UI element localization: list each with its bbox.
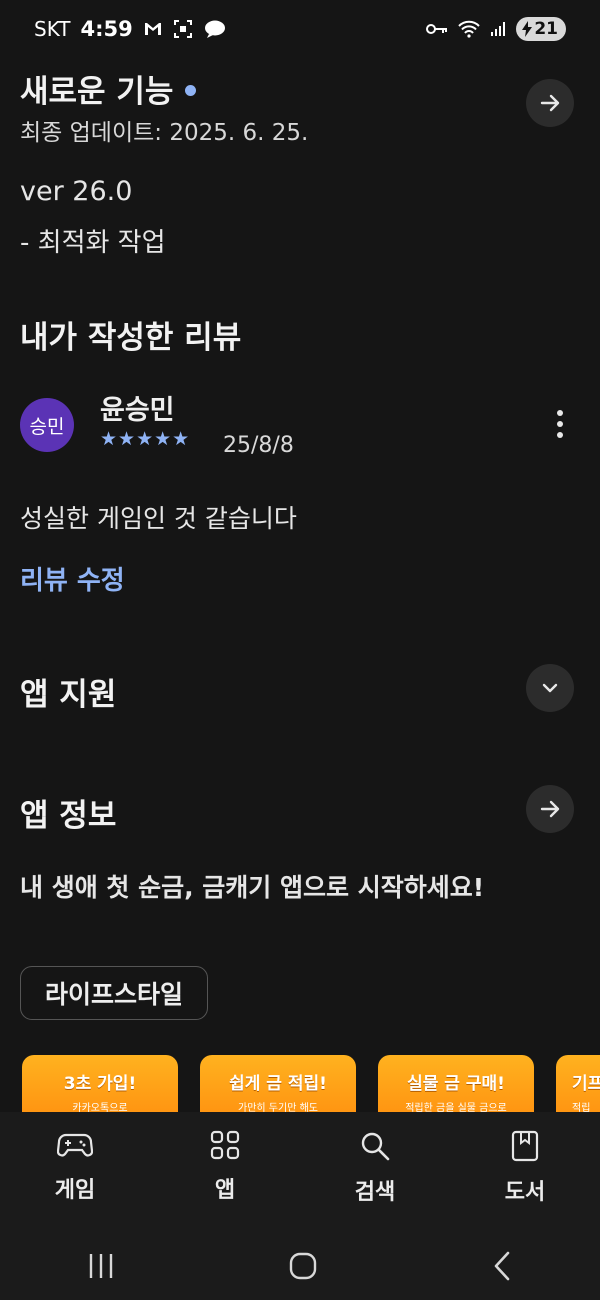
status-bar-left: SKT 4:59 <box>34 17 227 41</box>
back-icon[interactable] <box>491 1251 513 1281</box>
arrow-right-icon <box>540 800 560 818</box>
new-badge-dot <box>185 85 197 96</box>
charging-bolt-icon <box>522 21 533 37</box>
chevron-down-icon <box>542 683 558 693</box>
book-icon <box>511 1130 539 1162</box>
app-support-title: 앱 지원 <box>20 677 117 713</box>
wifi-icon <box>458 20 481 38</box>
nav-label: 게임 <box>54 1178 96 1203</box>
screenshot-icon <box>173 20 192 38</box>
review-more-button[interactable] <box>548 408 572 440</box>
apps-grid-icon <box>210 1130 240 1160</box>
category-chip[interactable]: 라이프스타일 <box>20 966 209 1020</box>
nav-item-games[interactable]: 게임 <box>0 1112 150 1232</box>
last-updated: 최종 업데이트: 2025. 6. 25. <box>20 120 309 146</box>
gamepad-icon <box>57 1133 93 1157</box>
rating-stars: ★★★★★ <box>100 428 191 450</box>
clock: 4:59 <box>80 17 133 41</box>
review-date: 25/8/8 <box>223 433 294 458</box>
recent-apps-icon[interactable] <box>87 1253 115 1279</box>
avatar: 승민 <box>20 398 74 452</box>
nav-item-apps[interactable]: 앱 <box>150 1112 300 1232</box>
app-info-arrow-button[interactable] <box>526 785 574 833</box>
whats-new-title: 새로운 기능 <box>20 66 197 111</box>
carrier-label: SKT <box>34 17 71 41</box>
my-review-title: 내가 작성한 리뷰 <box>20 320 242 356</box>
app-info-title: 앱 정보 <box>20 798 117 834</box>
talk-bubble-icon <box>204 20 225 38</box>
version-text: ver 26.0 <box>20 176 133 207</box>
system-navigation <box>0 1232 600 1300</box>
vpn-key-icon <box>426 24 448 34</box>
review-text: 성실한 게임인 것 같습니다 <box>20 504 297 533</box>
nav-label: 앱 <box>214 1178 236 1203</box>
app-support-expand-button[interactable] <box>526 664 574 712</box>
home-icon[interactable] <box>288 1251 318 1281</box>
more-vertical-icon <box>557 410 563 438</box>
nav-label: 검색 <box>354 1180 396 1205</box>
screenshot-title: 쉽게 금 적립! <box>229 1074 327 1094</box>
whats-new-title-text: 새로운 기능 <box>20 74 174 110</box>
reviewer-name: 윤승민 <box>100 395 175 426</box>
status-bar-right: 21 <box>426 17 566 41</box>
screenshot-title: 기프 <box>572 1074 600 1094</box>
screenshot-title: 3초 가입! <box>63 1074 137 1094</box>
arrow-right-icon <box>540 94 560 112</box>
edit-review-link[interactable]: 리뷰 수정 <box>20 560 125 597</box>
update-note: - 최적화 작업 <box>20 228 166 258</box>
nav-item-search[interactable]: 검색 <box>300 1112 450 1232</box>
app-description: 내 생애 첫 순금, 금캐기 앱으로 시작하세요! <box>20 873 485 902</box>
nav-label: 도서 <box>504 1180 546 1205</box>
signal-icon <box>491 22 506 36</box>
search-icon <box>361 1132 390 1161</box>
whats-new-arrow-button[interactable] <box>526 79 574 127</box>
battery-indicator: 21 <box>516 17 566 41</box>
bottom-navigation: 게임 앱 검색 도서 <box>0 1112 600 1232</box>
battery-level: 21 <box>534 19 558 39</box>
gmail-icon <box>144 23 161 35</box>
nav-item-books[interactable]: 도서 <box>450 1112 600 1232</box>
screenshot-title: 실물 금 구매! <box>407 1074 505 1094</box>
